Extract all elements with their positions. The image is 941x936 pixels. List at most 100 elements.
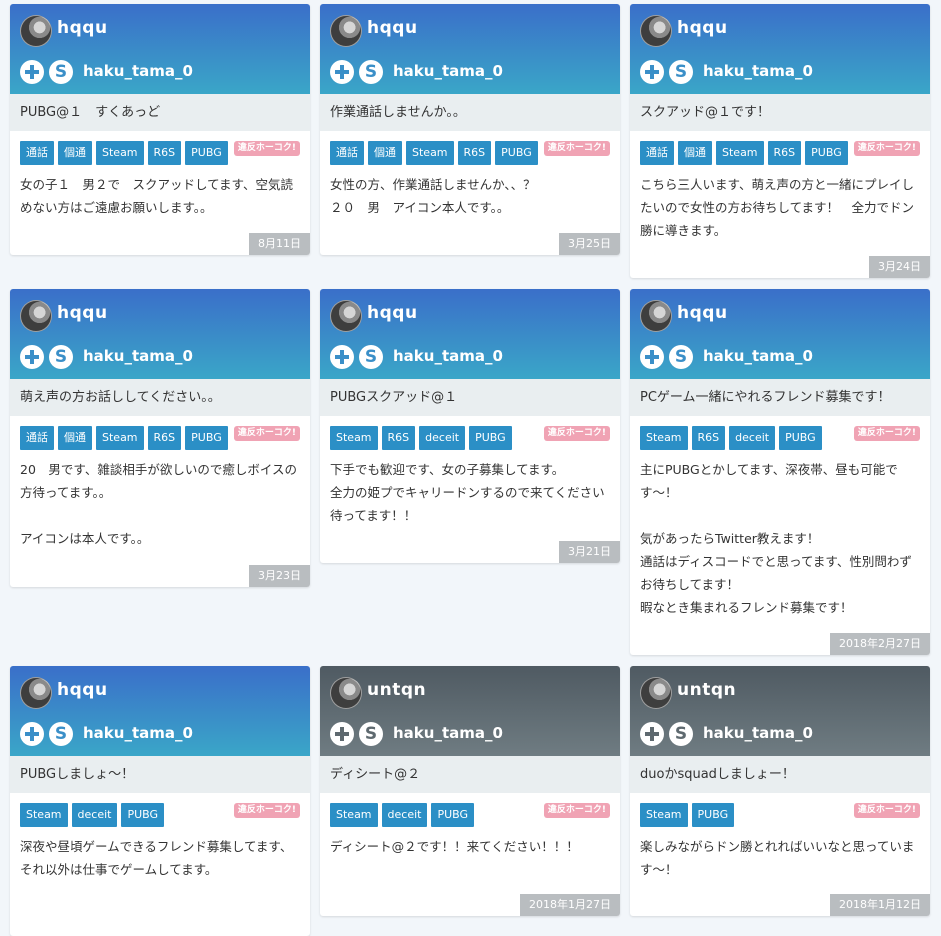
skype-icon[interactable]: S bbox=[49, 722, 73, 746]
tag[interactable]: 個通 bbox=[58, 426, 92, 450]
tag[interactable]: PUBG bbox=[691, 803, 735, 827]
report-button[interactable]: 違反ホーコク! bbox=[233, 141, 300, 156]
post-card[interactable]: hqqu S haku_tama_0 PCゲーム一緒にやれるフレンド募集です！ … bbox=[630, 289, 930, 655]
tag[interactable]: 通話 bbox=[20, 426, 54, 450]
post-date: 8月11日 bbox=[249, 233, 310, 255]
tag[interactable]: Steam bbox=[96, 141, 144, 165]
report-button[interactable]: 違反ホーコク! bbox=[853, 141, 920, 156]
report-button[interactable]: 違反ホーコク! bbox=[543, 803, 610, 818]
tag[interactable]: PUBG bbox=[121, 803, 165, 827]
add-friend-icon[interactable] bbox=[20, 60, 44, 84]
tag[interactable]: deceit bbox=[71, 803, 118, 827]
username[interactable]: untqn bbox=[367, 680, 426, 700]
tag[interactable]: R6S bbox=[767, 141, 802, 165]
avatar[interactable] bbox=[640, 15, 672, 47]
add-friend-icon[interactable] bbox=[330, 722, 354, 746]
tag[interactable]: 個通 bbox=[58, 141, 92, 165]
post-card[interactable]: untqn S haku_tama_0 duoかsquadしましょー！ Stea… bbox=[630, 666, 930, 916]
skype-icon[interactable]: S bbox=[359, 345, 383, 369]
tag[interactable]: deceit bbox=[381, 803, 428, 827]
tag[interactable]: Steam bbox=[640, 426, 688, 450]
tag[interactable]: PUBG bbox=[469, 426, 512, 450]
card-header: untqn S haku_tama_0 bbox=[630, 666, 930, 756]
post-card[interactable]: hqqu S haku_tama_0 スクアッド@１です！ 通話 個通 Steam R… bbox=[630, 4, 930, 278]
tag[interactable]: Steam bbox=[20, 803, 68, 827]
avatar[interactable] bbox=[640, 300, 672, 332]
username[interactable]: hqqu bbox=[677, 18, 728, 38]
post-date: 3月24日 bbox=[869, 256, 930, 278]
card-header: hqqu S haku_tama_0 bbox=[320, 4, 620, 94]
avatar[interactable] bbox=[20, 15, 52, 47]
post-card[interactable]: untqn S haku_tama_0 ディシート@２ Steam deceit P… bbox=[320, 666, 620, 916]
avatar[interactable] bbox=[20, 300, 52, 332]
tag[interactable]: 通話 bbox=[330, 141, 364, 165]
post-card[interactable]: hqqu S haku_tama_0 作業通話しませんか。。 通話 個通 Steam… bbox=[320, 4, 620, 255]
username[interactable]: hqqu bbox=[57, 680, 108, 700]
tag[interactable]: PUBG bbox=[779, 426, 822, 450]
tag[interactable]: PUBG bbox=[185, 426, 228, 450]
avatar[interactable] bbox=[20, 677, 52, 709]
tag[interactable]: deceit bbox=[729, 426, 776, 450]
tag[interactable]: PUBG bbox=[431, 803, 475, 827]
add-friend-icon[interactable] bbox=[20, 345, 44, 369]
skype-icon[interactable]: S bbox=[669, 60, 693, 84]
tag[interactable]: R6S bbox=[147, 141, 182, 165]
username[interactable]: hqqu bbox=[367, 18, 418, 38]
post-text: 20 男です、雑談相手が欲しいので癒しボイスの方待ってます。。 アイコンは本人で… bbox=[20, 462, 298, 546]
report-button[interactable]: 違反ホーコク! bbox=[853, 426, 920, 441]
post-card[interactable]: hqqu S haku_tama_0 萌え声の方お話ししてください。。 通話 個通… bbox=[10, 289, 310, 587]
add-friend-icon[interactable] bbox=[330, 60, 354, 84]
post-card[interactable]: hqqu S haku_tama_0 PUBGしましょ〜！ Steam decei… bbox=[10, 666, 310, 936]
username[interactable]: hqqu bbox=[57, 18, 108, 38]
skype-icon[interactable]: S bbox=[49, 345, 73, 369]
report-button[interactable]: 違反ホーコク! bbox=[853, 803, 920, 818]
add-friend-icon[interactable] bbox=[330, 345, 354, 369]
tag[interactable]: R6S bbox=[147, 426, 182, 450]
tag[interactable]: R6S bbox=[381, 426, 416, 450]
skype-icon[interactable]: S bbox=[49, 60, 73, 84]
post-card[interactable]: hqqu S haku_tama_0 PUBGスクアッド@１ Steam R6S d… bbox=[320, 289, 620, 563]
add-friend-icon[interactable] bbox=[640, 722, 664, 746]
tag[interactable]: Steam bbox=[330, 426, 378, 450]
tag[interactable]: 通話 bbox=[20, 141, 54, 165]
tag[interactable]: 個通 bbox=[368, 141, 402, 165]
tag[interactable]: Steam bbox=[330, 803, 378, 827]
username[interactable]: hqqu bbox=[677, 303, 728, 323]
tag[interactable]: R6S bbox=[691, 426, 726, 450]
tag[interactable]: Steam bbox=[96, 426, 144, 450]
add-friend-icon[interactable] bbox=[640, 60, 664, 84]
tag[interactable]: Steam bbox=[716, 141, 764, 165]
avatar[interactable] bbox=[640, 677, 672, 709]
tag[interactable]: 個通 bbox=[678, 141, 712, 165]
report-button[interactable]: 違反ホーコク! bbox=[543, 426, 610, 441]
post-text: 主にPUBGとかしてます、深夜帯、昼も可能です〜！ 気があったらTwitter教… bbox=[640, 462, 912, 615]
username[interactable]: hqqu bbox=[367, 303, 418, 323]
avatar[interactable] bbox=[330, 15, 362, 47]
card-header: hqqu S haku_tama_0 bbox=[630, 289, 930, 379]
skype-icon[interactable]: S bbox=[669, 722, 693, 746]
skype-icon[interactable]: S bbox=[359, 60, 383, 84]
tag[interactable]: Steam bbox=[640, 803, 688, 827]
tag[interactable]: Steam bbox=[406, 141, 454, 165]
post-card[interactable]: hqqu S haku_tama_0 PUBG@１ すくあっど 通話 個通 Stea… bbox=[10, 4, 310, 255]
tag[interactable]: PUBG bbox=[495, 141, 538, 165]
add-friend-icon[interactable] bbox=[640, 345, 664, 369]
username[interactable]: hqqu bbox=[57, 303, 108, 323]
tag[interactable]: PUBG bbox=[185, 141, 228, 165]
report-button[interactable]: 違反ホーコク! bbox=[233, 803, 300, 818]
tag[interactable]: deceit bbox=[419, 426, 466, 450]
tag[interactable]: PUBG bbox=[805, 141, 848, 165]
report-button[interactable]: 違反ホーコク! bbox=[233, 426, 300, 441]
report-button[interactable]: 違反ホーコク! bbox=[543, 141, 610, 156]
skype-icon[interactable]: S bbox=[669, 345, 693, 369]
add-friend-icon[interactable] bbox=[20, 722, 44, 746]
avatar[interactable] bbox=[330, 677, 362, 709]
username[interactable]: untqn bbox=[677, 680, 736, 700]
tag[interactable]: R6S bbox=[457, 141, 492, 165]
card-header: untqn S haku_tama_0 bbox=[320, 666, 620, 756]
avatar[interactable] bbox=[330, 300, 362, 332]
skype-icon[interactable]: S bbox=[359, 722, 383, 746]
post-text: ディシート@２です！！来てください！！！ bbox=[330, 839, 579, 854]
tag[interactable]: 通話 bbox=[640, 141, 674, 165]
card-body: Steam R6S deceit PUBG 違反ホーコク! 主にPUBGとかしてます、… bbox=[630, 416, 930, 619]
